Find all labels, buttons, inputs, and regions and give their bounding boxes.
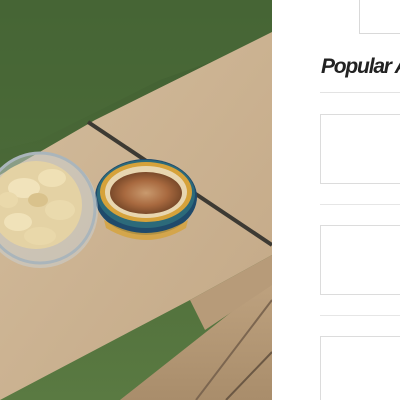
sidebar: Popular Ar [272,0,400,400]
heading-divider [320,92,400,93]
popular-article-card-3[interactable] [320,336,400,400]
article-divider [320,204,400,205]
hummus-and-chips-photo [0,0,272,400]
popular-articles-heading: Popular Ar [321,55,400,78]
popular-article-card-2[interactable] [320,225,400,295]
popular-article-card-1[interactable] [320,114,400,184]
article-hero-photo [0,0,272,400]
sidebar-widget-box [359,0,400,34]
article-divider [320,315,400,316]
page: Popular Ar [0,0,400,400]
